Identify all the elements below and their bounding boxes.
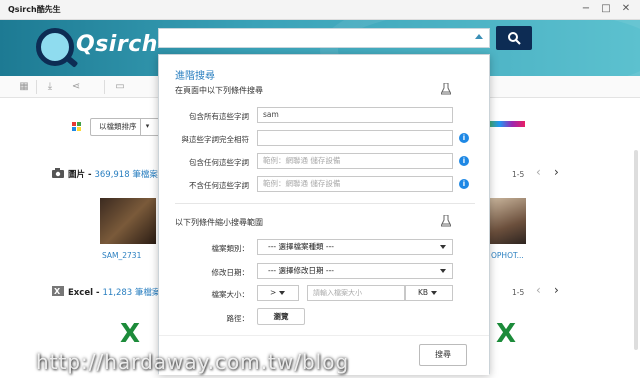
watermark-text: http://hardaway.com.tw/blog — [36, 350, 350, 374]
clear-conditions-icon[interactable] — [441, 83, 451, 95]
advanced-search-toggle-icon[interactable] — [475, 34, 483, 39]
info-icon[interactable]: i — [459, 179, 469, 189]
chevron-down-icon — [440, 269, 446, 273]
exclude-words-input[interactable]: 範例：網聯通 儲存設備 — [257, 176, 453, 192]
search-button[interactable] — [496, 26, 532, 50]
sort-label: 以檔類排序 — [99, 122, 137, 131]
excel-icon: X — [52, 286, 64, 296]
size-unit-select[interactable]: KB — [405, 285, 453, 301]
thumbnail-label[interactable]: SAM_2731 — [102, 251, 141, 260]
pager-text: 1-5 — [512, 288, 525, 297]
section-count[interactable]: 369,918 筆檔案 — [94, 170, 157, 180]
search-icon — [508, 32, 521, 45]
advanced-search-submit-button[interactable]: 搜尋 — [419, 344, 467, 366]
file-type-value: --- 選擇檔案種類 --- — [268, 242, 335, 251]
size-operator-value: > — [270, 288, 277, 297]
images-section-title: 圖片 - 369,918 筆檔案 — [68, 170, 158, 180]
browse-button[interactable]: 瀏覽 — [257, 308, 305, 325]
share-icon[interactable]: ⋖ — [70, 81, 82, 93]
all-words-input[interactable]: sam — [257, 107, 453, 123]
chevron-down-icon — [279, 291, 286, 295]
clear-filters-icon[interactable] — [441, 215, 451, 227]
scrollbar[interactable] — [634, 150, 638, 350]
file-size-input[interactable]: 請輸入檔案大小 — [307, 285, 405, 301]
size-unit-value: KB — [418, 288, 429, 297]
any-words-label: 包含任何這些字詞 — [189, 158, 249, 167]
exact-phrase-input[interactable] — [257, 130, 453, 146]
file-type-select[interactable]: --- 選擇檔案種類 --- — [257, 239, 453, 255]
toolbar-divider — [36, 80, 37, 94]
title-bar: Qsirch酷先生 − □ ✕ — [0, 0, 640, 20]
section-name: Excel — [68, 288, 94, 298]
chevron-down-icon — [440, 245, 446, 249]
pager-text: 1-5 — [512, 170, 525, 179]
mod-date-value: --- 選擇修改日期 --- — [268, 266, 335, 275]
download-icon[interactable]: ⤓ — [44, 81, 56, 93]
any-words-input[interactable]: 範例：網聯通 儲存設備 — [257, 153, 453, 169]
thumbnail-label[interactable]: OPHOT... — [491, 251, 524, 260]
toolbar-divider — [104, 80, 105, 94]
qsirch-logo: Qsirch — [36, 24, 158, 72]
advanced-search-panel: 進階搜尋 在頁面中以下列條件搜尋 包含所有這些字詞 sam 與這些字詞完全相符 … — [158, 54, 490, 375]
panel-title: 進階搜尋 — [175, 71, 215, 82]
exact-phrase-label: 與這些字詞完全相符 — [181, 135, 250, 144]
svg-text:X: X — [54, 287, 61, 296]
excel-section-title: Excel - 11,283 筆檔案 — [68, 288, 161, 298]
exclude-words-label: 不含任何這些字詞 — [189, 181, 249, 190]
section-name: 圖片 — [68, 170, 86, 180]
image-thumbnail[interactable] — [100, 198, 156, 244]
prev-page-icon[interactable]: ‹ — [536, 165, 541, 179]
window-title: Qsirch酷先生 — [8, 5, 61, 14]
search-input[interactable] — [158, 28, 490, 48]
mod-date-select[interactable]: --- 選擇修改日期 --- — [257, 263, 453, 279]
info-icon[interactable]: i — [459, 133, 469, 143]
next-page-icon[interactable]: › — [554, 165, 559, 179]
minimize-button[interactable]: − — [578, 2, 594, 16]
color-strip — [487, 121, 525, 127]
folder-icon[interactable]: ▭ — [114, 81, 126, 93]
prev-page-icon[interactable]: ‹ — [536, 283, 541, 297]
next-page-icon[interactable]: › — [554, 283, 559, 297]
grid-view-icon[interactable]: ▦ — [18, 81, 30, 93]
camera-icon — [52, 168, 64, 178]
size-operator-select[interactable]: > — [257, 285, 299, 301]
close-button[interactable]: ✕ — [618, 2, 634, 16]
maximize-button[interactable]: □ — [598, 2, 614, 16]
logo-text: Qsirch — [76, 32, 158, 57]
file-type-color-icon — [72, 122, 82, 132]
section-divider — [175, 203, 475, 204]
search-conditions-heading: 在頁面中以下列條件搜尋 — [175, 86, 263, 95]
info-icon[interactable]: i — [459, 156, 469, 166]
all-words-label: 包含所有這些字詞 — [189, 112, 249, 121]
file-type-label: 檔案類別： — [211, 244, 250, 253]
section-count[interactable]: 11,283 筆檔案 — [102, 288, 160, 298]
image-thumbnail[interactable] — [490, 198, 526, 244]
mod-date-label: 修改日期： — [211, 268, 250, 277]
sort-dropdown-icon[interactable]: ▾ — [140, 118, 154, 136]
excel-file-thumbnail[interactable]: X — [484, 312, 528, 356]
chevron-down-icon — [431, 291, 438, 295]
narrow-scope-heading: 以下列條件縮小搜尋範圍 — [175, 218, 263, 227]
path-label: 路徑： — [226, 314, 250, 323]
file-size-label: 檔案大小： — [211, 290, 250, 299]
